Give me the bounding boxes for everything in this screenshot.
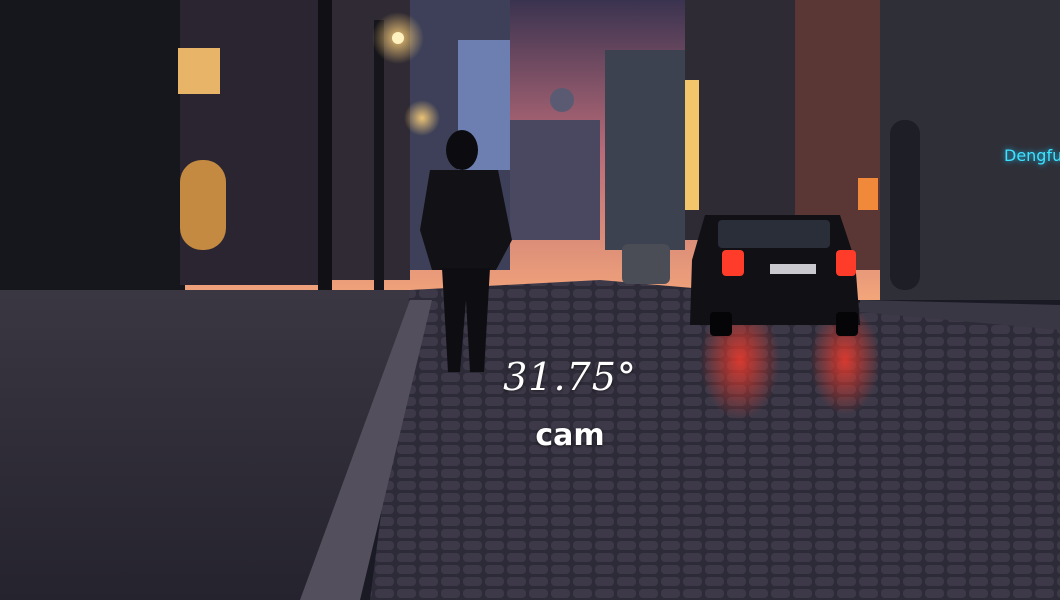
distant-car [622, 244, 670, 284]
street-scene-image [0, 0, 1060, 600]
car [690, 215, 860, 336]
street-photo: Dengfu 31.75° cam [0, 0, 1060, 600]
neon-sign: Dengfu [1004, 146, 1060, 165]
left-building-dark [0, 0, 185, 300]
temperature-overlay: 31.75° [503, 355, 637, 399]
cam-label: cam [535, 418, 605, 453]
